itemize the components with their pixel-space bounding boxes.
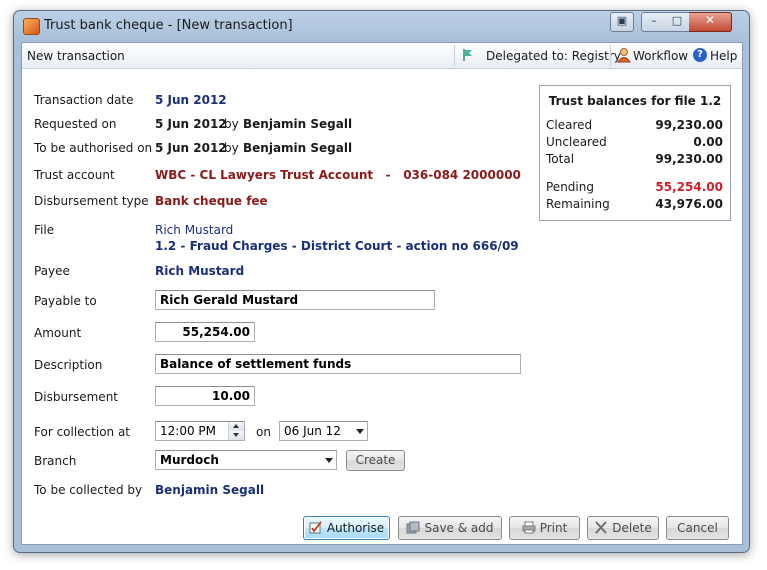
requested-on-date: 5 Jun 2012 — [155, 117, 227, 131]
toolbar-separator — [610, 45, 611, 66]
requested-on-label: Requested on — [34, 117, 117, 131]
delegated-to-button[interactable]: Delegated to: Registry — [486, 49, 621, 63]
maximize-button[interactable]: □ — [665, 12, 690, 32]
chevron-down-icon — [325, 458, 333, 463]
remaining-value: 43,976.00 — [655, 197, 723, 211]
workflow-button[interactable]: Workflow — [633, 49, 688, 63]
trust-account-label: Trust account — [34, 168, 115, 182]
chevron-down-icon — [356, 429, 364, 434]
authorised-on-name: Benjamin Segall — [243, 141, 353, 155]
window-extra-button[interactable]: ▣ — [610, 12, 634, 32]
close-button[interactable]: ✕ — [689, 12, 732, 32]
client-area: New transaction Delegated to: Registry W… — [21, 42, 743, 545]
print-label: Print — [539, 521, 568, 535]
collection-date-select[interactable]: 06 Jun 12 — [279, 421, 368, 441]
uncleared-label: Uncleared — [546, 135, 607, 149]
payee-label: Payee — [34, 264, 70, 278]
pending-value: 55,254.00 — [655, 180, 723, 194]
amount-label: Amount — [34, 326, 82, 340]
authorise-button[interactable]: Authorise — [303, 516, 390, 540]
balance-row-remaining: Remaining 43,976.00 — [546, 197, 723, 212]
time-spinner[interactable] — [228, 422, 244, 440]
file-matter-value: 1.2 - Fraud Charges - District Court - a… — [155, 239, 519, 253]
file-label: File — [34, 223, 55, 237]
minimize-icon: – — [651, 14, 657, 27]
spin-down-icon[interactable] — [229, 431, 244, 440]
toolbar-separator — [454, 45, 455, 66]
close-icon: ✕ — [704, 13, 716, 27]
balance-row-total: Total 99,230.00 — [546, 152, 723, 167]
description-input[interactable]: Balance of settlement funds — [155, 354, 521, 374]
minimize-button[interactable]: – — [641, 12, 667, 32]
disbursement-input[interactable]: 10.00 — [155, 386, 255, 406]
save-icon — [406, 521, 420, 534]
app-window: Trust bank cheque - [New transaction] ▣ … — [13, 10, 750, 553]
form-content: Transaction date 5 Jun 2012 Requested on… — [22, 69, 742, 544]
print-button[interactable]: Print — [509, 516, 580, 540]
balance-row-pending: Pending 55,254.00 — [546, 180, 723, 195]
branch-value: Murdoch — [160, 453, 219, 467]
help-button[interactable]: Help — [710, 49, 737, 63]
workflow-icon — [617, 48, 631, 63]
window-restore-icon: ▣ — [616, 14, 628, 27]
disbursement-type-value: Bank cheque fee — [155, 194, 268, 208]
requested-on-by: by — [224, 117, 239, 131]
disbursement-label: Disbursement — [34, 390, 118, 404]
collected-by-label: To be collected by — [34, 483, 143, 497]
maximize-icon: □ — [671, 14, 683, 27]
trust-balances-panel: Trust balances for file 1.2 Cleared 99,2… — [539, 85, 731, 221]
payable-to-input[interactable]: Rich Gerald Mustard — [155, 290, 435, 310]
collection-time-value: 12:00 PM — [160, 424, 216, 438]
save-add-button[interactable]: Save & add — [398, 516, 502, 540]
payee-value: Rich Mustard — [155, 264, 245, 278]
delete-label: Delete — [612, 521, 652, 535]
toolbar: New transaction Delegated to: Registry W… — [22, 43, 742, 69]
total-label: Total — [546, 152, 575, 166]
payable-to-label: Payable to — [34, 294, 97, 308]
uncleared-value: 0.00 — [693, 135, 723, 149]
toolbar-title: New transaction — [27, 49, 125, 63]
collection-on-label: on — [256, 425, 271, 439]
collection-time-input[interactable]: 12:00 PM — [155, 421, 245, 441]
authorise-icon — [309, 521, 322, 534]
balance-row-uncleared: Uncleared 0.00 — [546, 135, 723, 150]
pending-label: Pending — [546, 180, 594, 194]
cleared-value: 99,230.00 — [655, 118, 723, 132]
printer-icon — [522, 521, 536, 534]
disbursement-type-label: Disbursement type — [34, 194, 149, 208]
cancel-button[interactable]: Cancel — [666, 516, 729, 540]
collection-date-value: 06 Jun 12 — [284, 424, 341, 438]
transaction-date-value: 5 Jun 2012 — [155, 93, 227, 107]
total-value: 99,230.00 — [655, 152, 723, 166]
create-branch-button[interactable]: Create — [346, 450, 405, 471]
branch-select[interactable]: Murdoch — [155, 450, 337, 470]
description-label: Description — [34, 358, 103, 372]
authorised-on-label: To be authorised on — [34, 141, 153, 155]
save-add-label: Save & add — [424, 521, 494, 535]
balance-row-cleared: Cleared 99,230.00 — [546, 118, 723, 133]
remaining-label: Remaining — [546, 197, 610, 211]
branch-label: Branch — [34, 454, 77, 468]
balances-title: Trust balances for file 1.2 — [548, 94, 722, 108]
flag-icon — [463, 49, 472, 61]
cleared-label: Cleared — [546, 118, 593, 132]
amount-input[interactable]: 55,254.00 — [155, 322, 255, 342]
delete-icon — [595, 521, 607, 534]
collected-by-value: Benjamin Segall — [155, 483, 265, 497]
app-icon — [23, 18, 40, 35]
authorised-on-by: by — [224, 141, 239, 155]
collection-at-label: For collection at — [34, 425, 131, 439]
title-bar[interactable]: Trust bank cheque - [New transaction] ▣ … — [14, 11, 749, 41]
delete-button[interactable]: Delete — [587, 516, 659, 540]
window-title: Trust bank cheque - [New transaction] — [44, 18, 293, 33]
authorise-label: Authorise — [326, 521, 385, 535]
file-client-link[interactable]: Rich Mustard — [155, 223, 233, 237]
help-icon: ? — [693, 48, 707, 62]
transaction-date-label: Transaction date — [34, 93, 134, 107]
trust-account-value: WBC - CL Lawyers Trust Account - 036-084… — [155, 168, 521, 182]
requested-on-name: Benjamin Segall — [243, 117, 353, 131]
authorised-on-date: 5 Jun 2012 — [155, 141, 227, 155]
